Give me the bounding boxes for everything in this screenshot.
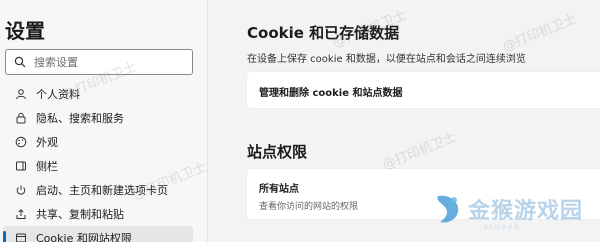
section-description: 在设备上保存 cookie 和数据，以便在站点和会话之间连续浏览	[247, 54, 526, 65]
power-icon	[14, 183, 28, 197]
sidebar-item-label: 共享、复制和粘贴	[36, 208, 124, 221]
site-logo: 金猴游戏园	[430, 192, 583, 226]
logo-slogan: SLOGAN	[484, 224, 521, 231]
section-title-site-permissions: 站点权限	[247, 143, 308, 161]
sidebar-item-share[interactable]: 共享、复制和粘贴	[3, 202, 193, 226]
sidebar-item-label: 启动、主页和新建选项卡页	[36, 184, 168, 197]
sidebar-item-startup[interactable]: 启动、主页和新建选项卡页	[3, 178, 193, 202]
sidebar-item-label: 侧栏	[36, 160, 58, 173]
search-box[interactable]	[5, 49, 193, 75]
site-permissions-icon	[14, 231, 28, 242]
all-sites-label: 所有站点	[259, 184, 299, 195]
share-icon	[14, 207, 28, 221]
logo-text: 金猴游戏园	[468, 199, 584, 224]
sidebar-item-sidebar[interactable]: 侧栏	[3, 154, 193, 178]
search-icon	[14, 56, 26, 68]
settings-nav: 个人资料 隐私、搜索和服务 外观 侧栏 启动、主页和新建选项卡页 共享、复制和粘…	[0, 82, 193, 242]
all-sites-description: 查看你访问的网站的权限	[259, 202, 359, 212]
sidebar-item-appearance[interactable]: 外观	[3, 130, 193, 154]
sidebar-item-cookies[interactable]: Cookie 和网站权限	[3, 226, 193, 242]
palette-icon	[14, 135, 28, 149]
manage-cookies-label: 管理和删除 cookie 和站点数据	[259, 88, 403, 99]
sidebar-item-label: 个人资料	[36, 88, 80, 101]
lock-icon	[14, 111, 28, 125]
sidebar-title: 设置	[5, 19, 45, 43]
section-title-cookies: Cookie 和已存储数据	[247, 24, 400, 42]
sidebar-item-privacy[interactable]: 隐私、搜索和服务	[3, 106, 193, 130]
sidebar-item-label: 外观	[36, 136, 58, 149]
sidebar-item-profile[interactable]: 个人资料	[3, 82, 193, 106]
sidebar-item-label: Cookie 和网站权限	[36, 232, 132, 242]
sidebar-icon	[14, 159, 28, 173]
search-input[interactable]	[34, 55, 184, 69]
monkey-logo-icon	[437, 195, 459, 223]
sidebar-item-label: 隐私、搜索和服务	[36, 112, 124, 125]
settings-sidebar: 设置 个人资料 隐私、搜索和服务 外观	[0, 0, 208, 242]
manage-cookies-card[interactable]: 管理和删除 cookie 和站点数据	[247, 72, 600, 108]
profile-icon	[14, 87, 28, 101]
